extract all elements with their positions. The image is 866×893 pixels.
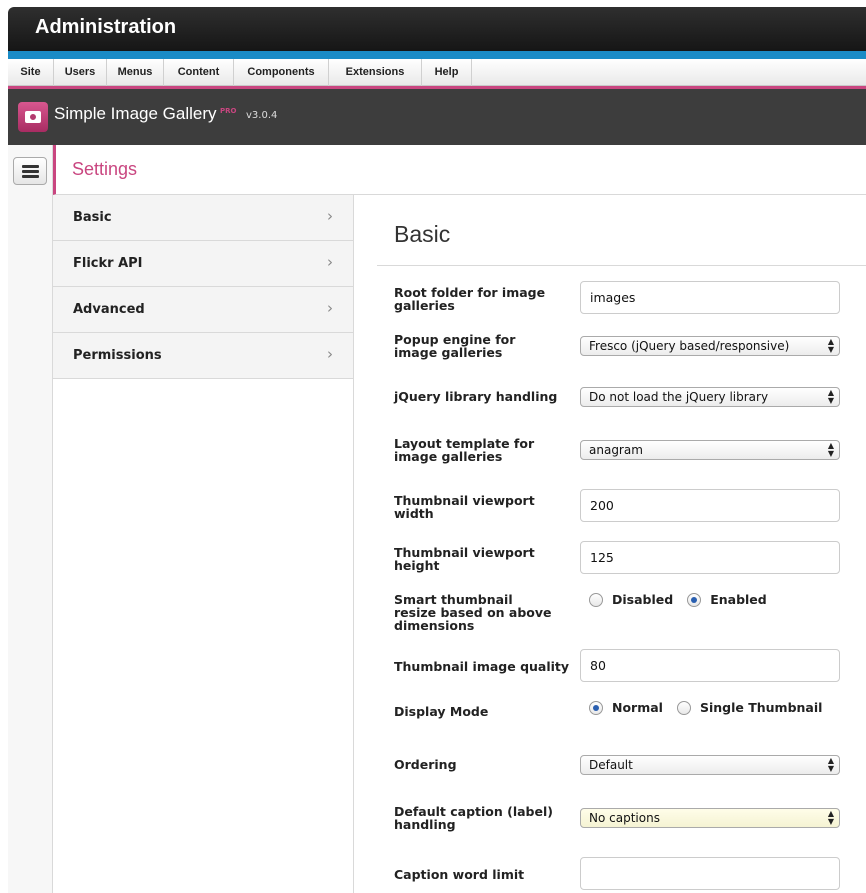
chevron-right-icon: › [327,207,333,225]
caption-handling-select[interactable]: No captions ▲ ▼ [580,808,840,828]
select-arrows-icon: ▲ ▼ [827,337,834,354]
ordering-value: Default [589,758,633,772]
panel-title: Basic [394,221,451,247]
menu-menus[interactable]: Menus [107,59,164,86]
chevron-right-icon: › [327,253,333,271]
popup-engine-value: Fresco (jQuery based/responsive) [589,339,790,353]
chevron-right-icon: › [327,345,333,363]
select-arrows-icon: ▲ ▼ [827,756,834,773]
hamburger-icon[interactable] [13,157,47,185]
jquery-select[interactable]: Do not load the jQuery library ▲ ▼ [580,387,840,407]
quality-label: Thumbnail image quality [394,659,570,674]
thumb-height-input[interactable]: 125 [580,541,840,574]
quality-input[interactable]: 80 [580,649,840,682]
display-mode-single-option[interactable]: Single Thumbnail [676,700,823,715]
menu-help[interactable]: Help [422,59,472,86]
tab-label: Basic [73,210,112,225]
tab-flickr-api[interactable]: Flickr API › [53,241,353,287]
display-mode-radios: Normal Single Thumbnail [589,700,836,715]
tab-basic[interactable]: Basic › [53,195,353,241]
component-version: v3.0.4 [246,110,278,121]
ordering-label: Ordering [394,757,457,772]
thumb-height-label: Thumbnail viewport height [394,545,535,573]
radio-enabled[interactable] [687,592,702,607]
select-arrows-icon: ▲ ▼ [827,809,834,826]
smart-resize-disabled-label: Disabled [612,592,674,607]
chevron-right-icon: › [327,299,333,317]
smart-resize-enabled-option[interactable]: Enabled [687,592,767,607]
thumb-width-label: Thumbnail viewport width [394,493,535,521]
main-menubar: Site Users Menus Content Components Exte… [8,59,866,86]
root-folder-label: Root folder for image galleries [394,285,546,313]
display-mode-normal-label: Normal [612,700,663,715]
smart-resize-label: Smart thumbnail resize based on above di… [394,592,552,633]
caption-handling-label: Default caption (label) handling [394,804,553,832]
layout-template-label: Layout template for image galleries [394,436,535,464]
menu-components[interactable]: Components [234,59,329,86]
tab-label: Permissions [73,348,162,363]
tab-permissions[interactable]: Permissions › [53,333,353,379]
smart-resize-enabled-label: Enabled [710,592,767,607]
caption-limit-label: Caption word limit [394,867,525,882]
layout-template-select[interactable]: anagram ▲ ▼ [580,440,840,460]
camera-icon [18,102,48,132]
settings-tabs: Basic › Flickr API › Advanced › Permissi… [53,195,353,379]
radio-disabled[interactable] [589,592,603,607]
sidebar-empty-area [53,379,353,893]
ordering-select[interactable]: Default ▲ ▼ [580,755,840,775]
menu-site[interactable]: Site [8,59,54,86]
header-blue-bar [8,51,866,59]
tab-advanced[interactable]: Advanced › [53,287,353,333]
jquery-value: Do not load the jQuery library [589,390,769,404]
smart-resize-disabled-option[interactable]: Disabled [589,592,673,607]
layout-template-value: anagram [589,443,643,457]
settings-title: Settings [72,159,138,179]
left-strip [8,145,53,893]
radio-single-thumbnail[interactable] [676,700,691,715]
display-mode-normal-option[interactable]: Normal [589,700,663,715]
popup-engine-label: Popup engine for image galleries [394,332,516,360]
menu-content[interactable]: Content [164,59,234,86]
smart-resize-radios: Disabled Enabled [589,592,781,607]
display-mode-single-label: Single Thumbnail [699,700,823,715]
panel-title-divider [377,265,866,266]
pro-badge: PRO [220,107,237,115]
component-toolbar: Simple Image Gallery PRO v3.0.4 [8,89,866,145]
radio-normal[interactable] [589,700,603,715]
jquery-label: jQuery library handling [394,389,558,404]
admin-title: Administration [35,16,177,38]
menu-extensions[interactable]: Extensions [329,59,422,86]
admin-header: Administration [8,7,866,54]
tab-label: Advanced [73,302,145,317]
caption-handling-value: No captions [589,811,660,825]
select-arrows-icon: ▲ ▼ [827,441,834,458]
panel-divider [353,195,354,893]
caption-limit-input[interactable] [580,857,840,890]
display-mode-label: Display Mode [394,704,489,719]
tab-label: Flickr API [73,256,143,271]
root-folder-input[interactable]: images [580,281,840,314]
component-name: Simple Image Gallery [54,104,217,123]
select-arrows-icon: ▲ ▼ [827,388,834,405]
settings-header: Settings [53,145,866,195]
menu-users[interactable]: Users [54,59,107,86]
thumb-width-input[interactable]: 200 [580,489,840,522]
popup-engine-select[interactable]: Fresco (jQuery based/responsive) ▲ ▼ [580,336,840,356]
